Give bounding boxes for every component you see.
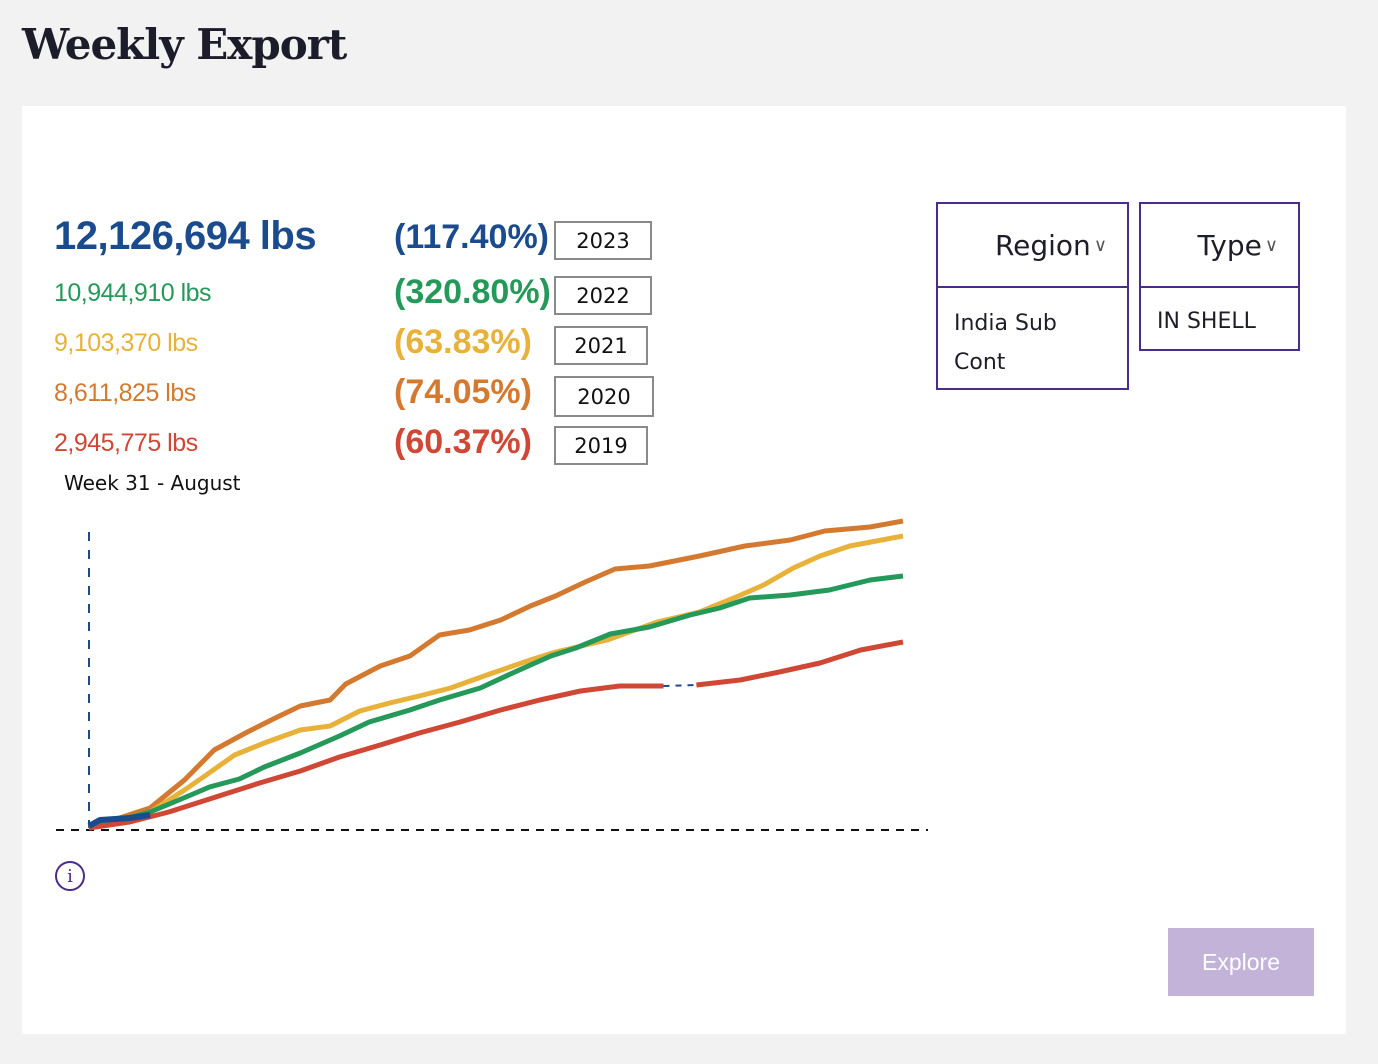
series-line-2020 xyxy=(88,518,904,831)
info-circle-icon[interactable]: i xyxy=(55,861,85,891)
series-line-2019-after-gap xyxy=(696,639,904,688)
series-line-2022 xyxy=(88,573,904,831)
cumulative-export-chart xyxy=(56,518,928,831)
explore-button[interactable]: Explore xyxy=(1168,928,1314,996)
series-gap-2019 xyxy=(663,684,697,687)
